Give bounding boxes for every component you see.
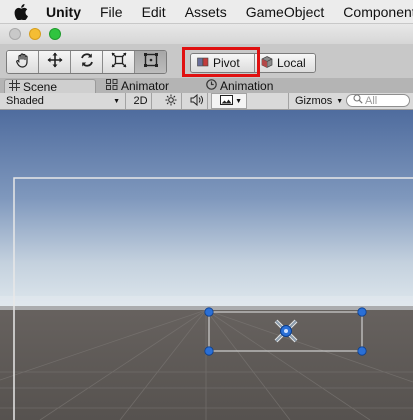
selection-handle[interactable] [204,307,214,317]
minimize-window-button[interactable] [29,28,41,40]
rect-tool-icon [143,52,159,73]
pivot-highlight-box [182,47,260,77]
zoom-window-button[interactable] [49,28,61,40]
audio-toggle[interactable] [186,93,208,109]
effects-dropdown[interactable]: ▼ [211,93,247,109]
close-window-button[interactable] [9,28,21,40]
clock-icon [206,78,220,93]
rotate-tool-icon [79,52,95,73]
shading-mode-value: Shaded [6,95,44,107]
menu-component[interactable]: Component [343,4,413,20]
menu-gameobject[interactable]: GameObject [246,4,325,20]
tab-scene[interactable]: Scene [4,79,96,94]
sun-icon [165,94,177,109]
gizmos-label: Gizmos [295,95,333,107]
rotate-tool-button[interactable] [71,51,103,73]
ground-plane [0,306,413,420]
scale-tool-icon [111,52,127,73]
cube-icon [261,55,277,71]
menu-unity[interactable]: Unity [46,4,81,20]
scene-grid-icon [9,80,23,94]
rect-tool-button[interactable] [135,51,166,73]
window-titlebar [0,24,413,44]
toggle-2d-button[interactable]: 2D [130,93,152,109]
selection-handle[interactable] [357,307,367,317]
hand-tool-icon [15,52,31,73]
menu-file[interactable]: File [100,4,123,20]
image-icon [220,94,233,108]
scene-search-input[interactable]: All [346,94,410,107]
scene-view[interactable] [0,110,413,420]
sky-background [0,110,413,306]
dropdown-caret-icon: ▼ [113,97,120,105]
speaker-icon [190,93,203,109]
dropdown-caret-icon: ▼ [235,97,242,105]
apple-icon[interactable] [14,3,28,20]
shading-mode-dropdown[interactable]: Shaded ▼ [0,93,126,109]
menu-edit[interactable]: Edit [142,4,166,20]
horizon-haze [0,296,413,310]
menu-bar: Unity File Edit Assets GameObject Compon… [0,0,413,24]
local-label: Local [277,56,306,70]
menu-assets[interactable]: Assets [185,4,227,20]
local-button[interactable]: Local [255,54,315,72]
tab-animation[interactable]: Animation [206,78,273,93]
scene-control-bar: Shaded ▼ 2D ▼ Gizmos ▼ All [0,93,413,110]
tab-animator[interactable]: Animator [106,78,169,93]
hand-tool-button[interactable] [7,51,39,73]
tab-animator-label: Animator [121,78,170,93]
dropdown-caret-icon: ▼ [336,97,344,105]
move-tool-button[interactable] [39,51,71,73]
selection-handle[interactable] [357,346,367,356]
transform-tools [6,50,167,74]
scale-tool-button[interactable] [103,51,135,73]
animator-icon [106,78,121,93]
gizmos-dropdown[interactable]: Gizmos ▼ [288,93,344,109]
lighting-toggle[interactable] [160,93,182,109]
tab-animation-label: Animation [220,78,274,93]
tab-scene-label: Scene [23,80,58,94]
search-icon [353,94,363,107]
editor-tabs: Scene Animator Animation [0,78,413,94]
search-placeholder: All [365,94,378,107]
move-tool-icon [47,52,63,73]
selection-handle[interactable] [204,346,214,356]
